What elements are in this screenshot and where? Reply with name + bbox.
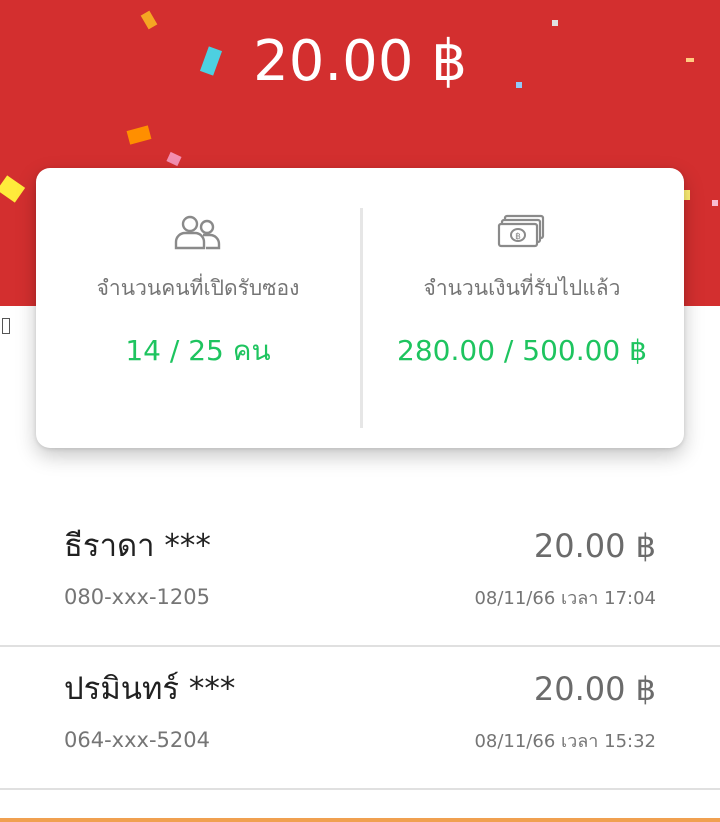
people-icon (174, 215, 221, 250)
received-amount-label: จำนวนเงินที่รับไปแล้ว (423, 276, 621, 300)
received-time: 08/11/66 เวลา 15:32 (474, 731, 656, 752)
recipient-name: ปรมินทร์ *** (64, 671, 236, 707)
banknote-icon: ฿ (497, 214, 545, 248)
received-amount-value: 280.00 / 500.00 ฿ (397, 334, 647, 367)
received-amount-stat: ฿ จำนวนเงินที่รับไปแล้ว 280.00 / 500.00 … (360, 168, 684, 448)
opened-count-value: 14 / 25 คน (125, 334, 271, 367)
recipient-phone: 080-xxx-1205 (64, 585, 210, 609)
stats-card: จำนวนคนที่เปิดรับซอง 14 / 25 คน ฿ จำนวนเ… (36, 168, 684, 448)
received-time: 08/11/66 เวลา 17:04 (474, 588, 656, 609)
bottom-divider (0, 818, 720, 822)
missing-glyph-icon (2, 318, 10, 334)
svg-text:฿: ฿ (515, 232, 521, 242)
recipient-amount: 20.00 ฿ (533, 670, 656, 708)
list-item[interactable]: ธีราดา *** 20.00 ฿ 080-xxx-1205 08/11/66… (0, 504, 720, 647)
recipient-phone: 064-xxx-5204 (64, 728, 210, 752)
recipient-name: ธีราดา *** (64, 528, 211, 564)
recipient-amount: 20.00 ฿ (533, 527, 656, 565)
opened-count-stat: จำนวนคนที่เปิดรับซอง 14 / 25 คน (36, 168, 360, 448)
transaction-list: ธีราดา *** 20.00 ฿ 080-xxx-1205 08/11/66… (0, 504, 720, 790)
received-amount: 20.00 ฿ (253, 29, 467, 94)
list-item[interactable]: ปรมินทร์ *** 20.00 ฿ 064-xxx-5204 08/11/… (0, 647, 720, 790)
opened-count-label: จำนวนคนที่เปิดรับซอง (96, 276, 300, 300)
